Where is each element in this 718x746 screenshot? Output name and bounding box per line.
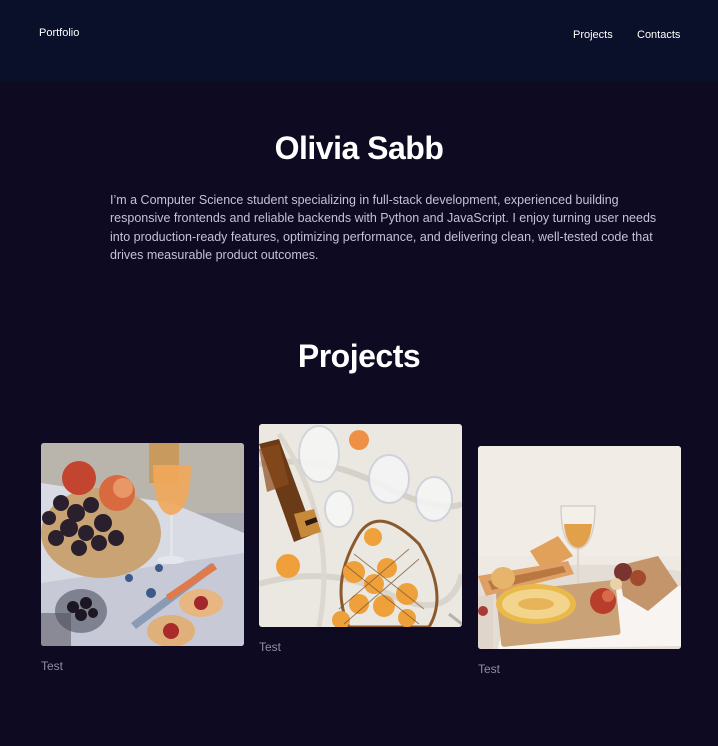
project-card-label: Test <box>478 662 501 676</box>
brand-logo-text[interactable]: Portfolio <box>39 27 79 39</box>
project-card[interactable]: Test <box>259 424 462 654</box>
project-card[interactable]: Test <box>478 446 681 676</box>
project-image[interactable] <box>41 443 244 646</box>
project-card-label: Test <box>259 640 282 654</box>
project-image[interactable] <box>478 446 681 649</box>
hero-bio: I’m a Computer Science student specializ… <box>110 193 657 262</box>
project-card-label: Test <box>41 659 64 673</box>
top-navbar: Portfolio Projects Contacts <box>0 0 718 82</box>
project-card[interactable]: Test <box>41 443 244 673</box>
nav-link-projects[interactable]: Projects <box>573 29 613 41</box>
nav-link-contacts[interactable]: Contacts <box>637 29 680 41</box>
project-image[interactable] <box>259 424 462 627</box>
projects-section-title: Projects <box>297 338 421 374</box>
hero-name: Olivia Sabb <box>274 130 444 166</box>
